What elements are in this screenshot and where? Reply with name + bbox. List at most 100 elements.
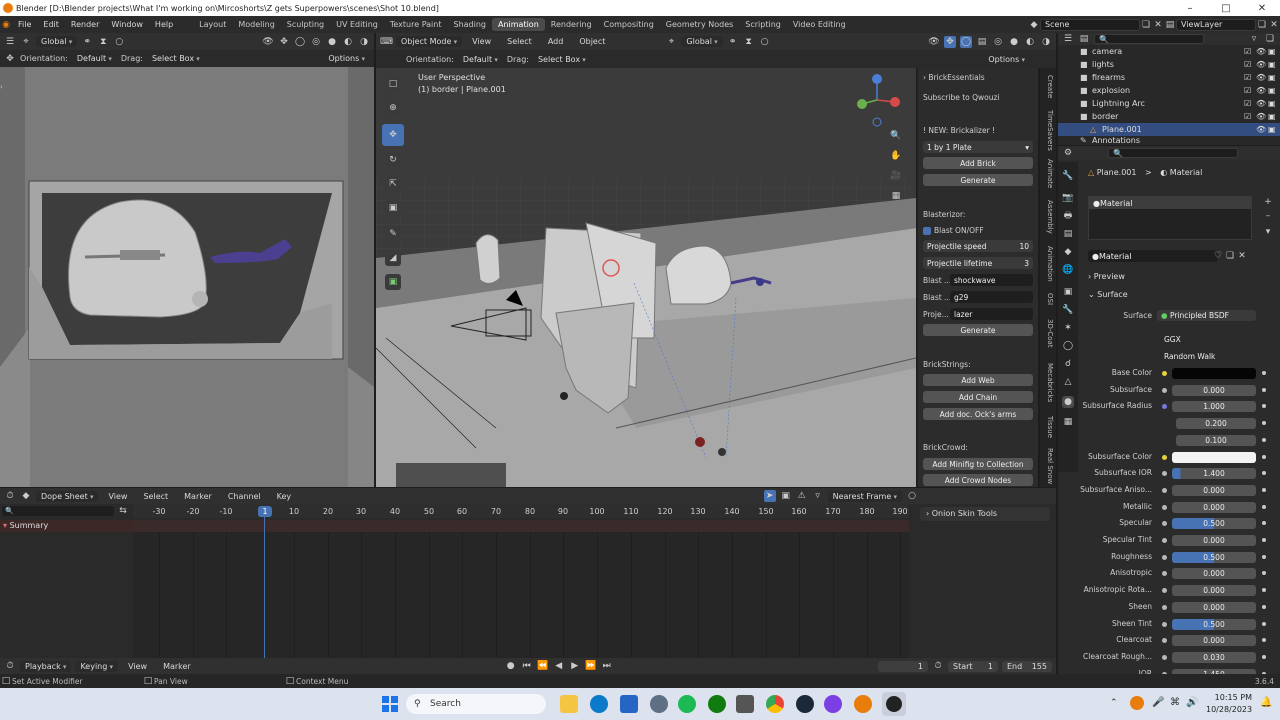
main-orientation-dropdown[interactable]: Default <box>457 53 503 65</box>
show-hidden-icon[interactable]: ▣ <box>780 490 792 502</box>
socket-dot-icon[interactable] <box>1162 655 1167 660</box>
texture-tab-icon[interactable]: ▦ <box>1062 416 1074 428</box>
main-gizmo-icon[interactable]: ✥ <box>944 35 956 48</box>
left-drag-dropdown[interactable]: Select Box <box>146 53 205 64</box>
socket-dot-icon[interactable] <box>1162 538 1167 543</box>
property-value-field[interactable]: 1.400 <box>1172 468 1256 479</box>
timeline-editor-icon[interactable]: ⏱ <box>4 660 16 672</box>
tab-scripting[interactable]: Scripting <box>739 18 787 31</box>
socket-dot-icon[interactable] <box>1162 521 1167 526</box>
add-slot-icon[interactable]: + <box>1262 196 1274 208</box>
settings-gear-icon[interactable] <box>650 695 668 713</box>
hamburger-icon[interactable]: ☰ <box>4 36 16 48</box>
move-tool-icon[interactable]: ✥ <box>4 53 16 65</box>
current-frame-indicator[interactable]: 1 <box>258 506 272 517</box>
tab-texture-paint[interactable]: Texture Paint <box>384 18 448 31</box>
remove-slot-icon[interactable]: – <box>1262 210 1274 222</box>
channel-search-input[interactable]: 🔍 <box>2 506 114 516</box>
property-value-field[interactable]: 0.000 <box>1172 535 1256 546</box>
wireframe-shading-icon[interactable]: ◎ <box>310 36 322 48</box>
dopesheet-menu-select[interactable]: Select <box>137 492 174 501</box>
camera-render-icon[interactable]: ▣ <box>1268 99 1280 108</box>
tab-layout[interactable]: Layout <box>193 18 232 31</box>
keyframe-dot-icon[interactable] <box>1262 555 1266 559</box>
tab-geometry-nodes[interactable]: Geometry Nodes <box>660 18 739 31</box>
jump-keyframe-back-icon[interactable]: ⏪ <box>537 660 549 672</box>
jump-start-icon[interactable]: ⏮ <box>521 660 533 672</box>
new-collection-icon[interactable]: ❏ <box>1264 33 1276 45</box>
main-wireframe-icon[interactable]: ◎ <box>992 36 1004 48</box>
color-swatch[interactable] <box>1172 452 1256 463</box>
property-value-field[interactable]: 0.500 <box>1172 518 1256 529</box>
tab-real-snow[interactable]: Real Snow <box>1042 446 1054 486</box>
main-drag-dropdown[interactable]: Select Box <box>532 53 591 65</box>
cursor-tool-icon[interactable]: ⊕ <box>385 100 401 116</box>
minimize-icon[interactable]: – <box>1172 3 1208 14</box>
tray-app-icon[interactable] <box>1130 696 1144 710</box>
physics-tab-icon[interactable]: ◯ <box>1062 340 1074 352</box>
navigation-gizmo-icon[interactable] <box>852 72 902 132</box>
socket-dot-icon[interactable] <box>1162 404 1167 409</box>
add-ock-arms-button[interactable]: Add doc. Ock's arms <box>923 408 1033 420</box>
main-solid-icon[interactable]: ● <box>1008 36 1020 48</box>
jump-end-icon[interactable]: ⏭ <box>601 660 613 672</box>
blender-menu-icon[interactable]: ◉ <box>0 19 12 31</box>
tab-create[interactable]: Create <box>1042 70 1054 104</box>
menu-render[interactable]: Render <box>65 20 105 29</box>
main-3d-viewport[interactable]: User Perspective (1) border | Plane.001 … <box>376 68 916 487</box>
dopesheet-menu-key[interactable]: Key <box>271 492 298 501</box>
add-web-button[interactable]: Add Web <box>923 374 1033 386</box>
tab-osi[interactable]: OSI <box>1042 290 1054 308</box>
keyframe-dot-icon[interactable] <box>1262 588 1266 592</box>
eye-icon[interactable]: 👁 <box>1256 60 1268 69</box>
filter-icon[interactable]: ▿ <box>1248 33 1260 45</box>
tab-video-editing[interactable]: Video Editing <box>787 18 852 31</box>
timeline-menu-view[interactable]: View <box>122 662 153 671</box>
property-value-field[interactable]: 0.500 <box>1172 552 1256 563</box>
wifi-icon[interactable]: ⌘ <box>1170 697 1180 708</box>
material-slot-list[interactable]: ● Material <box>1088 196 1252 240</box>
menu-file[interactable]: File <box>12 20 37 29</box>
main-material-icon[interactable]: ◐ <box>1024 36 1036 48</box>
pivot-icon[interactable]: ⚭ <box>81 36 93 48</box>
color-swatch[interactable] <box>1172 368 1256 379</box>
property-value-field[interactable]: 0.100 <box>1176 435 1256 446</box>
main-overlay-icon[interactable]: ◯ <box>960 35 972 48</box>
outliner-row-plane-001[interactable]: △ Plane.001 👁 ▣ <box>1058 123 1280 136</box>
viewport-menu-select[interactable]: Select <box>501 37 538 46</box>
zoom-icon[interactable]: 🔍 <box>890 130 902 142</box>
property-value-field[interactable]: 1.000 <box>1172 401 1256 412</box>
game-app-icon[interactable] <box>736 695 754 713</box>
tab-animation[interactable]: Animation <box>1042 242 1054 286</box>
keyframe-dot-icon[interactable] <box>1262 521 1266 525</box>
keying-menu[interactable]: Keying <box>75 660 119 672</box>
eye-icon[interactable]: 👁 <box>1256 112 1268 121</box>
menu-window[interactable]: Window <box>105 20 149 29</box>
tab-sculpting[interactable]: Sculpting <box>281 18 330 31</box>
dopesheet-menu-marker[interactable]: Marker <box>178 492 218 501</box>
annotate-tool-icon[interactable]: ✎ <box>385 226 401 242</box>
tab-timesavers[interactable]: TimeSavers <box>1042 106 1054 154</box>
socket-dot-icon[interactable] <box>1162 505 1167 510</box>
checkbox-icon[interactable]: ☑ <box>1244 60 1256 69</box>
constraints-tab-icon[interactable]: ☌ <box>1062 358 1074 370</box>
proportional-edit-icon[interactable]: ○ <box>906 490 918 502</box>
tray-chevron-icon[interactable]: ⌃ <box>1110 698 1118 708</box>
key-area[interactable] <box>133 532 909 658</box>
chrome-icon[interactable] <box>766 695 784 713</box>
distribution-dropdown[interactable]: GGX <box>1160 334 1256 345</box>
world-tab-icon[interactable]: 🌐 <box>1062 264 1074 276</box>
main-transform-dropdown[interactable]: Global <box>681 36 723 47</box>
surface-shader-field[interactable]: ● Principled BSDF <box>1157 310 1256 321</box>
object-tab-icon[interactable]: ▣ <box>1062 286 1074 298</box>
main-rendered-icon[interactable]: ◑ <box>1040 36 1052 48</box>
checkbox-icon[interactable]: ☑ <box>1244 47 1256 56</box>
tab-rendering[interactable]: Rendering <box>545 18 598 31</box>
material-slot-row[interactable]: ● Material <box>1089 197 1251 209</box>
gizmo-icon[interactable]: ✥ <box>278 36 290 48</box>
end-frame-field[interactable]: End 155 <box>1002 660 1052 672</box>
material-tab-icon[interactable]: ● <box>1062 396 1074 408</box>
scene-tab-icon[interactable]: ◆ <box>1062 246 1074 258</box>
keyframe-dot-icon[interactable] <box>1262 605 1266 609</box>
viewport-menu-object[interactable]: Object <box>573 37 611 46</box>
